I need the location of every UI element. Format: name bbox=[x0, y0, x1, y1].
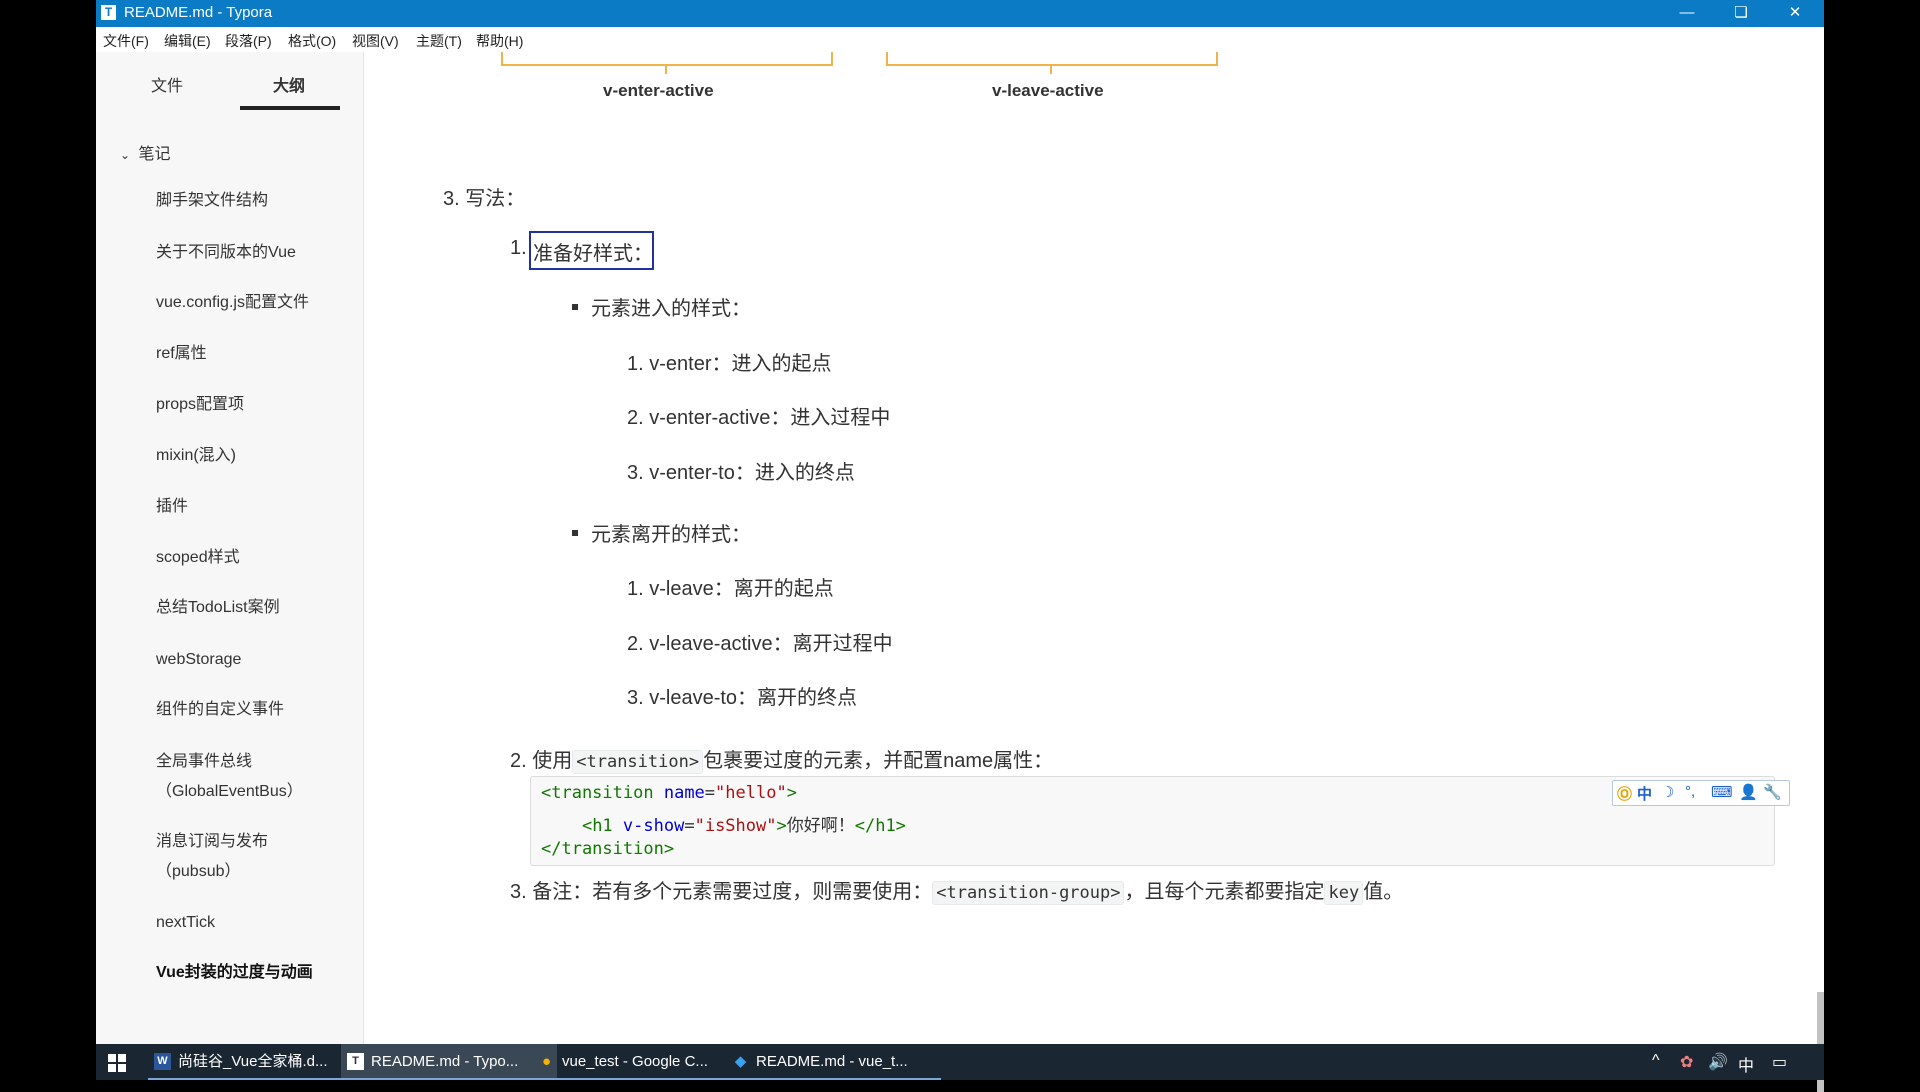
notification-icon[interactable]: ▭ bbox=[1772, 1052, 1787, 1072]
active-tab-indicator bbox=[240, 106, 340, 110]
leave-bracket-tick bbox=[1050, 64, 1052, 74]
enter-bracket bbox=[501, 52, 833, 66]
step2-line: 2. 使用 <transition> 包裹要过度的元素，并配置name属性： bbox=[510, 744, 1054, 774]
code-block[interactable]: <transition name="hello"> <h1 v-show="is… bbox=[530, 776, 1775, 866]
outline-item-continued[interactable]: （GlobalEventBus） bbox=[156, 777, 303, 807]
step3-line: 3. 备注：若有多个元素需要过度，则需要使用： <transition-group… bbox=[510, 875, 1404, 905]
step3-prefix: 3. 备注：若有多个元素需要过度，则需要使用： bbox=[510, 881, 933, 903]
inline-code: key bbox=[1324, 881, 1364, 905]
word-icon: W bbox=[154, 1053, 171, 1070]
diagram-label-leave: v-leave-active bbox=[992, 81, 1104, 100]
enter-item: 1. v-enter：进入的起点 bbox=[627, 353, 832, 375]
outline-item[interactable]: webStorage bbox=[156, 645, 241, 675]
step1-number: 1. bbox=[510, 237, 527, 259]
step2-suffix: 包裹要过度的元素，并配置name属性： bbox=[703, 750, 1054, 772]
chevron-down-icon: ⌄ bbox=[120, 148, 131, 162]
leave-bracket bbox=[886, 52, 1218, 66]
code-line-1: <transition name="hello"> bbox=[541, 783, 797, 803]
enter-bracket-tick bbox=[665, 64, 667, 74]
tab-outline[interactable]: 大纲 bbox=[273, 72, 305, 96]
leave-item: 2. v-leave-active：离开过程中 bbox=[627, 633, 893, 655]
leave-item: 1. v-leave：离开的起点 bbox=[627, 578, 834, 600]
outline-item[interactable]: ref属性 bbox=[156, 339, 207, 369]
outline-item[interactable]: mixin(混入) bbox=[156, 441, 236, 471]
diagram-label-enter: v-enter-active bbox=[603, 81, 714, 100]
taskbar-item-vscode[interactable]: ◆ README.md - vue_t... bbox=[726, 1044, 941, 1080]
outline-item[interactable]: 消息订阅与发布 bbox=[156, 827, 268, 857]
minimize-button[interactable]: — bbox=[1660, 0, 1714, 27]
outline-item[interactable]: 脚手架文件结构 bbox=[156, 186, 268, 216]
taskbar-item-label: 尚硅谷_Vue全家桶.d... bbox=[178, 1053, 328, 1070]
enter-heading: 元素进入的样式： bbox=[591, 298, 751, 320]
taskbar-item-label: README.md - vue_t... bbox=[756, 1053, 908, 1070]
outline-item[interactable]: nextTick bbox=[156, 908, 215, 938]
outline-item[interactable]: scoped样式 bbox=[156, 543, 240, 573]
menu-help[interactable]: 帮助(H) bbox=[476, 31, 523, 51]
editor-content[interactable]: v-enter-active v-leave-active 3. 写法： 1. … bbox=[364, 52, 1824, 1092]
bullet bbox=[572, 530, 578, 536]
chrome-icon: ● bbox=[541, 1053, 552, 1070]
title-bar: T README.md - Typora — ❏ ✕ bbox=[96, 0, 1824, 27]
chevron-up-icon[interactable]: ^ bbox=[1652, 1052, 1660, 1070]
user-icon[interactable]: 👤 bbox=[1739, 783, 1758, 801]
outline-item[interactable]: vue.config.js配置文件 bbox=[156, 288, 309, 318]
menu-file[interactable]: 文件(F) bbox=[103, 31, 149, 51]
menu-paragraph[interactable]: 段落(P) bbox=[225, 31, 272, 51]
settings-wrench-icon[interactable]: 🔧 bbox=[1763, 783, 1782, 801]
menu-bar: 文件(F) 编辑(E) 段落(P) 格式(O) 视图(V) 主题(T) 帮助(H… bbox=[96, 27, 1824, 52]
leave-item: 3. v-leave-to：离开的终点 bbox=[627, 687, 858, 709]
taskbar-item-chrome[interactable]: ● vue_test - Google C... bbox=[532, 1044, 747, 1080]
inline-code: <transition-group> bbox=[932, 881, 1125, 905]
outline-item[interactable]: props配置项 bbox=[156, 390, 244, 420]
volume-icon[interactable]: 🔊 bbox=[1708, 1052, 1728, 1072]
tray-app-icon[interactable]: ✿ bbox=[1680, 1052, 1693, 1072]
windows-start-icon[interactable] bbox=[108, 1054, 126, 1072]
window-title: README.md - Typora bbox=[124, 4, 273, 21]
enter-item: 3. v-enter-to：进入的终点 bbox=[627, 462, 855, 484]
outline-item[interactable]: 组件的自定义事件 bbox=[156, 695, 284, 725]
restore-button[interactable]: ❏ bbox=[1714, 0, 1768, 27]
input-language-indicator[interactable]: 中 bbox=[1738, 1052, 1754, 1076]
taskbar: W 尚硅谷_Vue全家桶.d... T README.md - Typo... … bbox=[96, 1044, 1824, 1080]
keyboard-icon[interactable]: ⌨ bbox=[1711, 783, 1733, 801]
code-line-2: <h1 v-show="isShow">你好啊！</h1> bbox=[581, 816, 906, 836]
outline-item-active[interactable]: Vue封装的过度与动画 bbox=[156, 958, 313, 988]
step3-suffix: 值。 bbox=[1363, 881, 1404, 903]
menu-format[interactable]: 格式(O) bbox=[288, 31, 336, 51]
typora-window: T README.md - Typora — ❏ ✕ 文件(F) 编辑(E) 段… bbox=[96, 0, 1824, 1092]
typora-app-icon: T bbox=[101, 5, 116, 20]
step3-mid: ，且每个元素都要指定 bbox=[1124, 881, 1325, 903]
outline-item[interactable]: 总结TodoList案例 bbox=[156, 593, 280, 623]
sidebar: 文件 大纲 ⌄ 笔记 脚手架文件结构 关于不同版本的Vue vue.config… bbox=[96, 52, 364, 1044]
code-line-3: </transition> bbox=[541, 839, 675, 859]
outline-root-label: 笔记 bbox=[138, 146, 171, 163]
bullet bbox=[572, 304, 578, 310]
menu-theme[interactable]: 主题(T) bbox=[416, 31, 462, 51]
section-heading: 3. 写法： bbox=[443, 188, 526, 210]
moon-icon[interactable]: ☽ bbox=[1661, 783, 1674, 801]
menu-edit[interactable]: 编辑(E) bbox=[164, 31, 211, 51]
ime-logo-icon: Ⓞ bbox=[1617, 786, 1633, 803]
outline-item-continued[interactable]: （pubsub） bbox=[156, 857, 241, 887]
vscode-icon: ◆ bbox=[734, 1053, 747, 1070]
ime-chinese-mode[interactable]: 中 bbox=[1637, 783, 1652, 804]
punctuation-icon[interactable]: °, bbox=[1685, 783, 1695, 800]
taskbar-item-label: README.md - Typo... bbox=[371, 1053, 519, 1070]
enter-item: 2. v-enter-active：进入过程中 bbox=[627, 407, 891, 429]
ime-toolbar[interactable]: Ⓞ 中 ☽ °, ⌨ 👤 🔧 bbox=[1612, 780, 1790, 806]
taskbar-item-typora[interactable]: T README.md - Typo... bbox=[341, 1044, 557, 1080]
inline-code: <transition> bbox=[572, 750, 704, 774]
outline-item[interactable]: 全局事件总线 bbox=[156, 747, 252, 777]
taskbar-item-label: vue_test - Google C... bbox=[562, 1053, 708, 1070]
step1-text: 准备好样式： bbox=[533, 243, 653, 265]
outline-item[interactable]: 关于不同版本的Vue bbox=[156, 238, 296, 268]
outline-item[interactable]: 插件 bbox=[156, 492, 188, 522]
leave-heading: 元素离开的样式： bbox=[591, 524, 751, 546]
tab-files[interactable]: 文件 bbox=[151, 72, 183, 96]
menu-view[interactable]: 视图(V) bbox=[352, 31, 399, 51]
close-button[interactable]: ✕ bbox=[1768, 0, 1822, 27]
step2-prefix: 2. 使用 bbox=[510, 750, 573, 772]
outline-root[interactable]: ⌄ 笔记 bbox=[120, 140, 170, 164]
typora-icon: T bbox=[347, 1053, 364, 1070]
